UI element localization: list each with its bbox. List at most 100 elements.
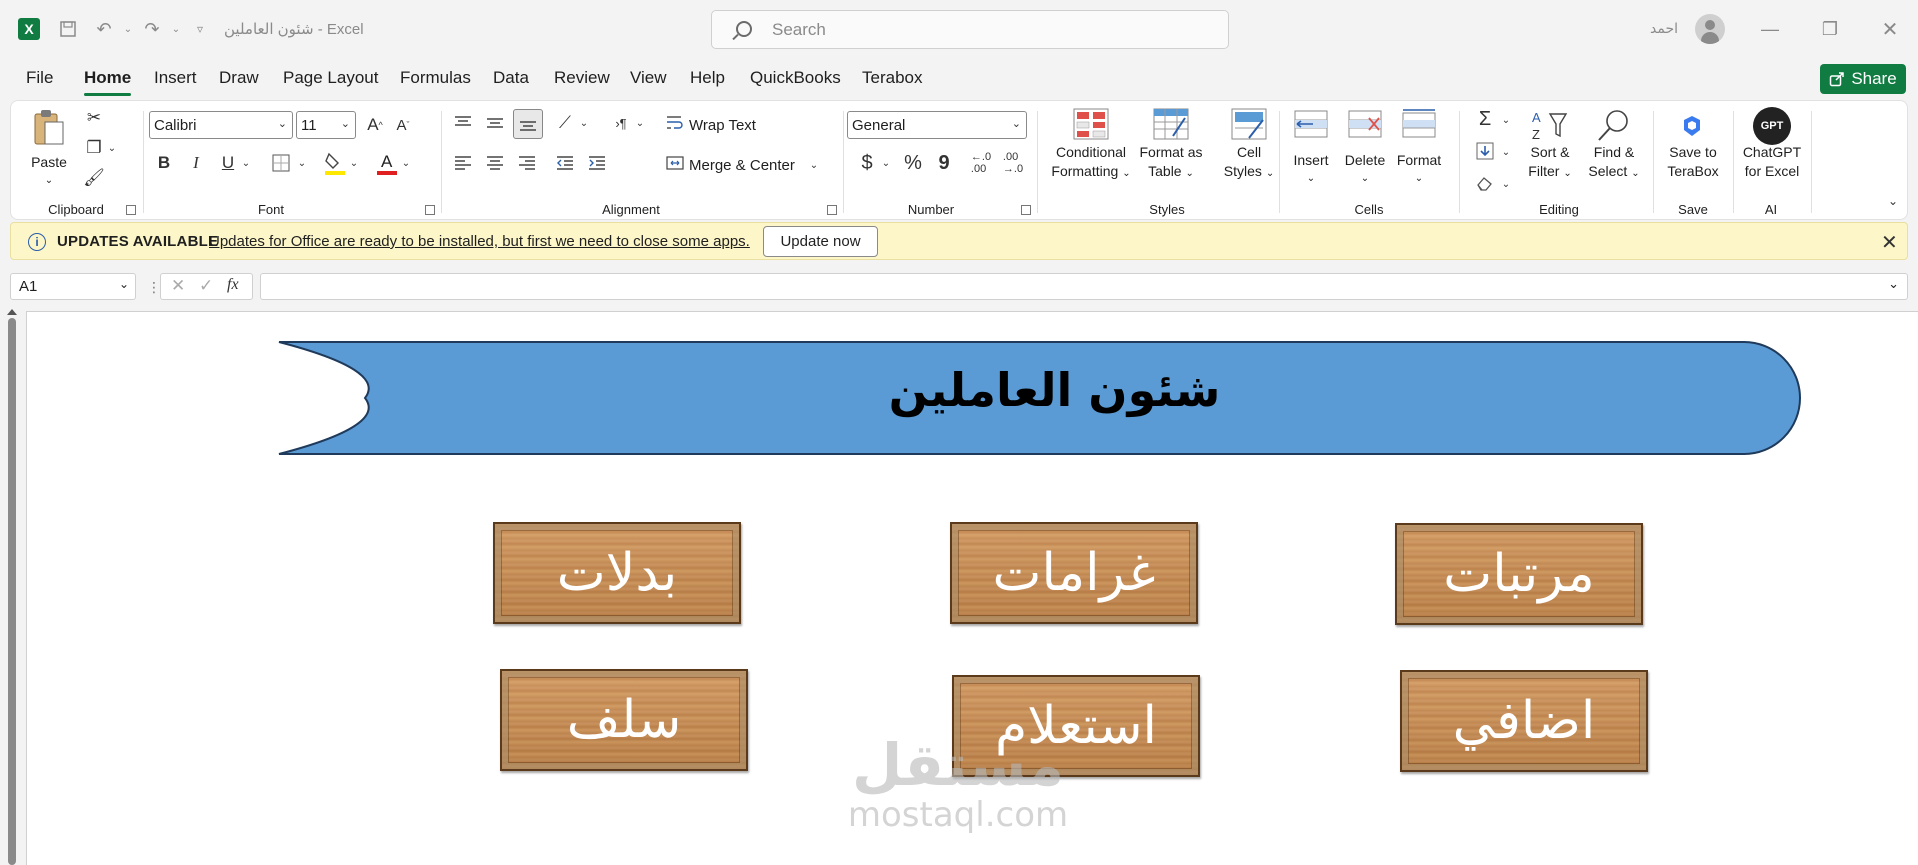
decrease-font-icon[interactable]: Aˇ bbox=[391, 113, 415, 137]
name-box[interactable]: A1 ⌄ bbox=[10, 273, 136, 300]
alignment-launcher-icon[interactable] bbox=[827, 205, 837, 215]
cell-styles-icon[interactable] bbox=[1229, 107, 1269, 141]
clear-dropdown-icon[interactable]: ⌄ bbox=[1499, 175, 1513, 193]
font-color-dropdown-icon[interactable]: ⌄ bbox=[399, 153, 413, 173]
advances-button[interactable]: سلف bbox=[500, 669, 748, 771]
save-to-terabox-button[interactable]: Save to TeraBox bbox=[1657, 143, 1729, 181]
share-button[interactable]: Share bbox=[1820, 64, 1906, 94]
currency-dropdown-icon[interactable]: ⌄ bbox=[879, 153, 893, 173]
confirm-entry-icon[interactable]: ✓ bbox=[199, 276, 213, 296]
autosum-icon[interactable]: Σ bbox=[1473, 107, 1497, 131]
font-size-select[interactable]: 11 ⌄ bbox=[296, 111, 356, 139]
find-select-icon[interactable] bbox=[1593, 107, 1633, 143]
clipboard-launcher-icon[interactable] bbox=[126, 205, 136, 215]
underline-button[interactable]: U bbox=[217, 151, 239, 175]
cell-styles-button[interactable]: Cell Styles ⌄ bbox=[1217, 143, 1281, 183]
tab-home[interactable]: Home bbox=[84, 68, 132, 96]
number-launcher-icon[interactable] bbox=[1021, 205, 1031, 215]
sort-filter-icon[interactable]: AZ bbox=[1529, 107, 1569, 143]
paste-dropdown-icon[interactable]: ⌄ bbox=[41, 171, 57, 190]
copy-icon[interactable]: ❐ bbox=[83, 137, 105, 159]
format-cells-icon[interactable] bbox=[1399, 107, 1439, 141]
update-now-button[interactable]: Update now bbox=[763, 226, 878, 257]
decrease-indent-icon[interactable] bbox=[553, 151, 577, 175]
italic-button[interactable]: I bbox=[185, 151, 207, 175]
underline-dropdown-icon[interactable]: ⌄ bbox=[239, 153, 253, 173]
minimize-icon[interactable]: — bbox=[1755, 14, 1785, 44]
align-top-icon[interactable] bbox=[451, 111, 475, 135]
orientation-dropdown-icon[interactable]: ⌄ bbox=[577, 113, 591, 133]
wrap-text-button[interactable]: Wrap Text bbox=[689, 117, 756, 134]
chatgpt-icon[interactable]: GPT bbox=[1753, 107, 1791, 145]
decrease-decimal-icon[interactable]: .00 →.0 bbox=[999, 151, 1027, 175]
insert-cells-icon[interactable] bbox=[1291, 107, 1331, 141]
tab-view[interactable]: View bbox=[630, 68, 667, 88]
customize-toolbar-icon[interactable]: ▿ bbox=[188, 17, 212, 41]
font-launcher-icon[interactable] bbox=[425, 205, 435, 215]
overtime-button[interactable]: اضافي bbox=[1400, 670, 1648, 772]
allowances-button[interactable]: بدلات bbox=[493, 522, 741, 624]
formula-bar-grip-icon[interactable]: ⋮ bbox=[147, 279, 161, 296]
scroll-up-arrow-icon[interactable] bbox=[7, 309, 17, 315]
restore-icon[interactable]: ❐ bbox=[1815, 14, 1845, 44]
fill-dropdown-icon[interactable]: ⌄ bbox=[1499, 143, 1513, 161]
fill-color-icon[interactable] bbox=[323, 149, 347, 177]
close-window-icon[interactable]: ✕ bbox=[1875, 14, 1905, 44]
undo-dropdown-icon[interactable]: ⌄ bbox=[116, 17, 140, 41]
paste-label[interactable]: Paste bbox=[29, 153, 69, 172]
tab-insert[interactable]: Insert bbox=[154, 68, 197, 88]
undo-icon[interactable]: ↶ bbox=[92, 17, 116, 41]
redo-icon[interactable]: ↷ bbox=[140, 17, 164, 41]
text-direction-dropdown-icon[interactable]: ⌄ bbox=[633, 113, 647, 133]
info-message-link[interactable]: Updates for Office are ready to be insta… bbox=[209, 233, 750, 250]
formula-input[interactable]: ⌄ bbox=[260, 273, 1908, 300]
increase-indent-icon[interactable] bbox=[585, 151, 609, 175]
align-right-icon[interactable] bbox=[515, 151, 539, 175]
user-name[interactable]: احمد bbox=[1650, 20, 1678, 37]
close-icon[interactable]: ✕ bbox=[1881, 230, 1898, 255]
expand-formula-bar-icon[interactable]: ⌄ bbox=[1888, 276, 1899, 292]
merge-center-icon[interactable] bbox=[665, 153, 685, 173]
number-format-select[interactable]: General ⌄ bbox=[847, 111, 1027, 139]
merge-center-button[interactable]: Merge & Center bbox=[689, 157, 795, 174]
format-cells-button[interactable]: Format bbox=[1393, 151, 1445, 170]
tab-quickbooks[interactable]: QuickBooks bbox=[750, 68, 841, 88]
align-middle-icon[interactable] bbox=[483, 111, 507, 135]
tab-file[interactable]: File bbox=[26, 68, 53, 88]
borders-dropdown-icon[interactable]: ⌄ bbox=[295, 153, 309, 173]
text-direction-icon[interactable]: ›¶ bbox=[609, 111, 633, 135]
penalties-button[interactable]: غرامات bbox=[950, 522, 1198, 624]
redo-dropdown-icon[interactable]: ⌄ bbox=[164, 17, 188, 41]
chatgpt-for-excel-button[interactable]: ChatGPT for Excel bbox=[1737, 143, 1807, 181]
borders-icon[interactable] bbox=[269, 151, 293, 175]
font-color-icon[interactable]: A bbox=[375, 149, 399, 177]
orientation-icon[interactable]: ⟋ bbox=[553, 111, 577, 135]
format-painter-icon[interactable]: 🖌 bbox=[83, 167, 105, 189]
sort-filter-button[interactable]: Sort & Filter ⌄ bbox=[1517, 143, 1583, 183]
font-name-select[interactable]: Calibri ⌄ bbox=[149, 111, 293, 139]
tab-formulas[interactable]: Formulas bbox=[400, 68, 471, 88]
terabox-icon[interactable] bbox=[1677, 111, 1707, 141]
tab-page-layout[interactable]: Page Layout bbox=[283, 68, 378, 88]
cancel-entry-icon[interactable]: ✕ bbox=[171, 276, 185, 296]
copy-dropdown-icon[interactable]: ⌄ bbox=[106, 139, 118, 157]
fill-color-dropdown-icon[interactable]: ⌄ bbox=[347, 153, 361, 173]
tab-help[interactable]: Help bbox=[690, 68, 725, 88]
currency-button[interactable]: $ bbox=[857, 151, 877, 175]
clear-icon[interactable] bbox=[1473, 171, 1497, 195]
vertical-scrollbar[interactable] bbox=[8, 318, 16, 865]
cut-icon[interactable]: ✂ bbox=[83, 107, 105, 129]
autosum-dropdown-icon[interactable]: ⌄ bbox=[1499, 111, 1513, 129]
comma-style-button[interactable]: 9 bbox=[933, 151, 955, 175]
wrap-text-icon[interactable] bbox=[665, 113, 685, 133]
format-as-table-button[interactable]: Format as Table ⌄ bbox=[1135, 143, 1207, 183]
align-bottom-icon[interactable] bbox=[513, 109, 543, 139]
delete-cells-icon[interactable] bbox=[1345, 107, 1385, 141]
insert-cells-button[interactable]: Insert bbox=[1287, 151, 1335, 170]
insert-function-icon[interactable]: fx bbox=[227, 276, 239, 294]
tab-draw[interactable]: Draw bbox=[219, 68, 259, 88]
align-center-icon[interactable] bbox=[483, 151, 507, 175]
tab-terabox[interactable]: Terabox bbox=[862, 68, 922, 88]
insert-dropdown-icon[interactable]: ⌄ bbox=[1303, 169, 1319, 188]
delete-dropdown-icon[interactable]: ⌄ bbox=[1357, 169, 1373, 188]
